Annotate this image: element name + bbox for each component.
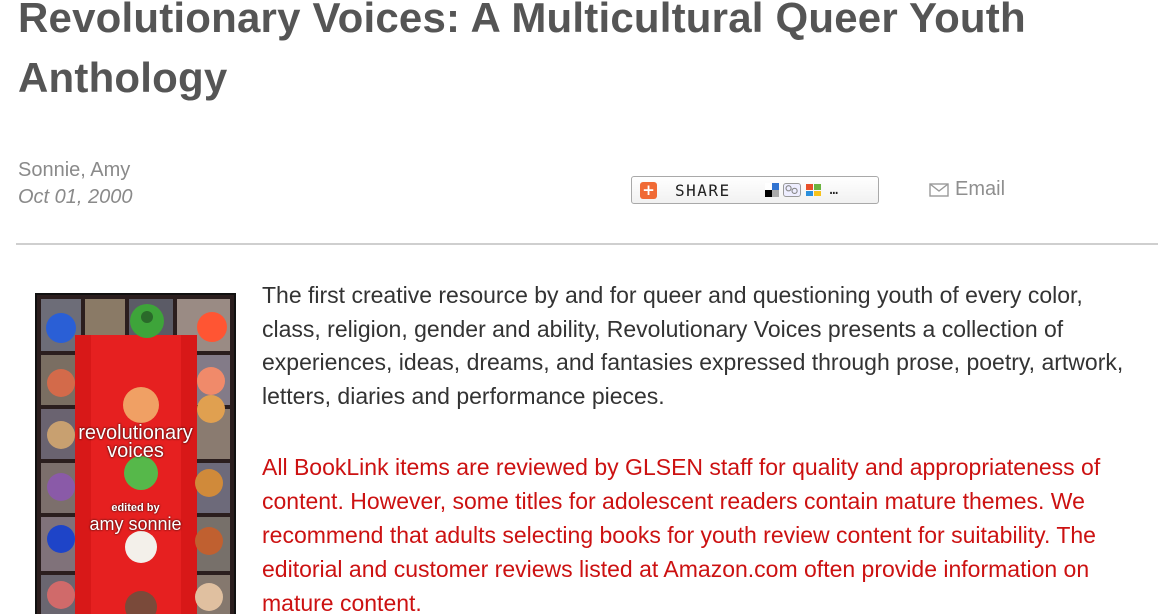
cover-editor-name: amy sonnie (89, 514, 182, 534)
cover-title-line2: voices (107, 440, 164, 462)
publish-date: Oct 01, 2000 (18, 186, 133, 208)
digg-icon (782, 183, 801, 197)
share-label: SHARE (675, 180, 731, 200)
book-description: The first creative resource by and for q… (262, 282, 1124, 410)
cover-edited-by: edited by (111, 502, 160, 514)
author-name: Sonnie, Amy (18, 159, 131, 181)
byline: Sonnie, Amy Oct 01, 2000 (18, 157, 133, 211)
email-label: Email (955, 178, 1006, 200)
email-link[interactable]: Email (929, 178, 1005, 201)
share-plus-icon: + (640, 181, 657, 199)
content-notice: All BookLink items are reviewed by GLSEN… (262, 454, 1101, 614)
article-page: Revolutionary Voices: A Multicultural Qu… (0, 0, 1170, 614)
envelope-icon (929, 182, 949, 197)
divider (16, 243, 1158, 245)
yahoo-icon (805, 184, 821, 196)
page-title: Revolutionary Voices: A Multicultural Qu… (18, 0, 1026, 101)
share-more[interactable]: … (830, 182, 838, 198)
share-button[interactable]: + SHARE … (631, 176, 879, 204)
delicious-icon (764, 183, 779, 197)
share-service-icons: … (764, 182, 838, 198)
book-cover-image[interactable]: revolutionary voices edited by amy sonni… (35, 293, 236, 614)
